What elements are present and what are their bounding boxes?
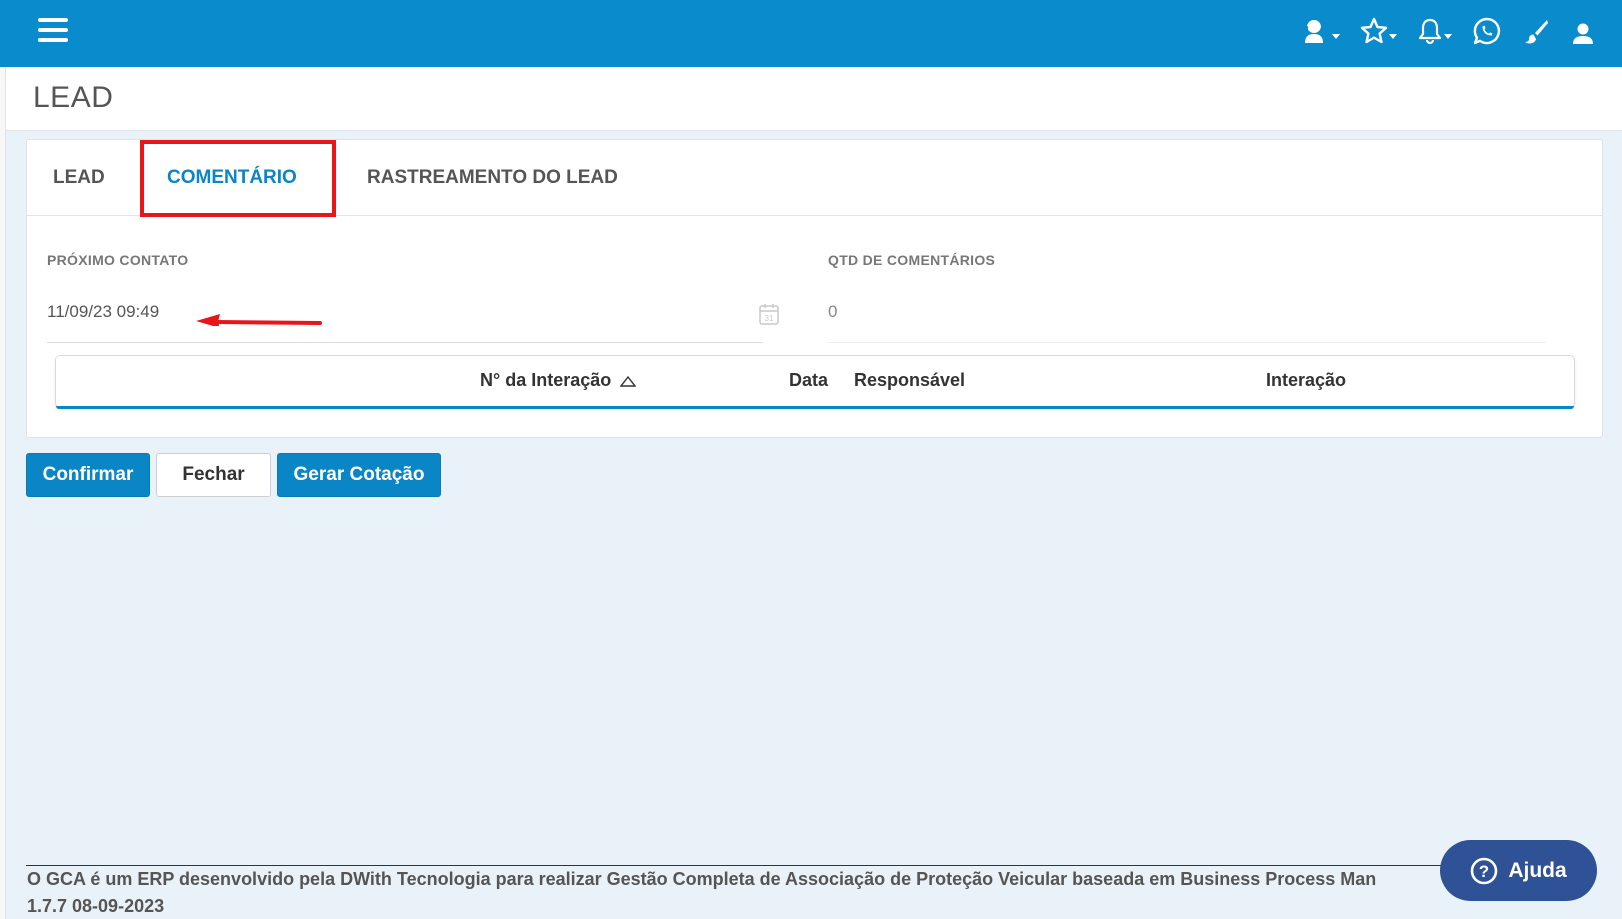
lead-card: LEAD COMENTÁRIO RASTREAMENTO DO LEAD PRÓ… — [26, 139, 1603, 438]
side-strip — [0, 67, 6, 919]
hamburger-icon[interactable] — [38, 18, 68, 45]
bell-icon[interactable] — [1417, 17, 1452, 45]
top-navbar — [0, 0, 1622, 67]
user-icon[interactable] — [1570, 17, 1596, 45]
page-header: LEAD — [6, 67, 1622, 131]
grid-header-underline — [56, 406, 1574, 409]
close-button[interactable]: Fechar — [156, 453, 271, 497]
col-header-interacao[interactable]: Interação — [1266, 370, 1346, 391]
paintbrush-icon[interactable] — [1522, 17, 1550, 45]
col-header-responsavel[interactable]: Responsável — [854, 370, 965, 391]
whatsapp-icon[interactable] — [1472, 16, 1502, 46]
tab-comentario[interactable]: COMENTÁRIO — [167, 140, 297, 216]
col-header-data[interactable]: Data — [789, 370, 828, 391]
footer-description: O GCA é um ERP desenvolvido pela DWith T… — [27, 869, 1377, 889]
col-header-label: N° da Interação — [480, 370, 612, 390]
tab-lead[interactable]: LEAD — [53, 140, 105, 216]
support-agent-icon[interactable] — [1301, 16, 1340, 46]
sort-ascending-icon — [620, 375, 637, 387]
svg-text:?: ? — [1479, 862, 1489, 881]
dropdown-caret-icon — [1389, 33, 1397, 39]
comment-count-underline — [828, 342, 1546, 343]
svg-text:31: 31 — [765, 314, 774, 323]
page-title: LEAD — [33, 81, 114, 114]
dropdown-caret-icon — [1332, 33, 1340, 39]
next-contact-underline — [47, 342, 763, 343]
calendar-icon[interactable]: 31 — [759, 303, 779, 325]
help-button[interactable]: ? Ajuda — [1440, 840, 1597, 901]
dropdown-caret-icon — [1444, 33, 1452, 39]
footer-divider — [26, 865, 1596, 866]
generate-quote-button[interactable]: Gerar Cotação — [277, 453, 441, 497]
tab-bar: LEAD COMENTÁRIO RASTREAMENTO DO LEAD — [27, 140, 1602, 217]
comment-count-field[interactable]: 0 — [828, 302, 837, 322]
tab-rastreamento-do-lead[interactable]: RASTREAMENTO DO LEAD — [367, 140, 618, 216]
col-header-interaction-number[interactable]: N° da Interação — [480, 370, 637, 391]
comment-count-label: QTD DE COMENTÁRIOS — [828, 252, 996, 268]
next-contact-field[interactable]: 11/09/23 09:49 — [47, 302, 159, 322]
confirm-button[interactable]: Confirmar — [26, 453, 150, 497]
next-contact-label: PRÓXIMO CONTATO — [47, 252, 189, 268]
top-icon-group — [1281, 16, 1596, 46]
help-label: Ajuda — [1508, 858, 1567, 882]
interaction-grid: N° da Interação Data Responsável Interaç… — [55, 355, 1575, 409]
star-icon[interactable] — [1360, 17, 1397, 45]
question-circle-icon: ? — [1471, 857, 1498, 884]
footer-version: 1.7.7 08-09-2023 — [27, 896, 165, 916]
